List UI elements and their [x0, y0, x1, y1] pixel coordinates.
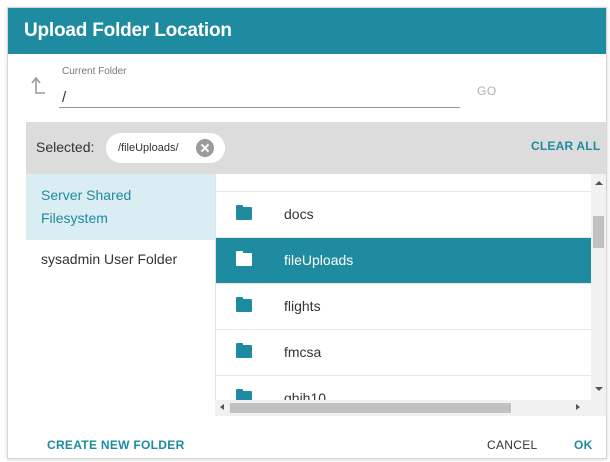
current-folder-label: Current Folder	[62, 66, 127, 77]
selected-folder-chip[interactable]: /fileUploads/	[106, 133, 225, 163]
upload-folder-dialog: Upload Folder Location Current Folder GO…	[7, 7, 607, 459]
folder-name: fmcsa	[284, 344, 322, 360]
folder-row-fmcsa[interactable]: fmcsa	[216, 330, 591, 376]
scroll-up-icon[interactable]	[595, 181, 603, 185]
folder-row-datasets[interactable]: datasets	[216, 174, 591, 192]
folder-name: datasets	[284, 174, 337, 176]
location-sidebar: Server Shared Filesystem sysadmin User F…	[26, 174, 215, 418]
folder-row-fileuploads[interactable]: fileUploads	[216, 238, 591, 284]
chip-close-icon[interactable]	[196, 139, 214, 157]
sidebar-item-sysadmin-user-folder[interactable]: sysadmin User Folder	[26, 248, 215, 282]
folder-row-docs[interactable]: docs	[216, 192, 591, 238]
scroll-down-icon[interactable]	[595, 387, 603, 391]
folder-name: fileUploads	[284, 252, 354, 268]
selected-chip-label: /fileUploads/	[118, 142, 179, 154]
ok-button[interactable]: OK	[574, 438, 593, 452]
sidebar-item-server-shared-filesystem[interactable]: Server Shared Filesystem	[26, 174, 215, 240]
vertical-scroll-thumb[interactable]	[593, 216, 604, 248]
current-folder-input[interactable]	[59, 82, 460, 108]
folder-row-ghih10[interactable]: ghih10	[216, 376, 591, 400]
folder-icon	[236, 205, 252, 220]
go-button[interactable]: GO	[477, 84, 497, 98]
scroll-right-icon[interactable]	[576, 404, 580, 410]
folder-icon	[236, 389, 252, 400]
folder-icon	[236, 343, 252, 358]
folder-name: docs	[284, 206, 314, 222]
folder-list-vertical-scrollbar[interactable]	[591, 174, 606, 400]
folder-name: flights	[284, 298, 321, 314]
selected-bar: Selected: /fileUploads/ CLEAR ALL	[26, 122, 606, 174]
cancel-button[interactable]: CANCEL	[487, 438, 537, 452]
dialog-title: Upload Folder Location	[8, 8, 606, 54]
folder-icon	[236, 251, 252, 266]
folder-row-flights[interactable]: flights	[216, 284, 591, 330]
folder-list: datasets docs fileUploads flights fmcsa …	[215, 174, 591, 400]
scrollbar-corner	[591, 400, 606, 416]
folder-list-horizontal-scrollbar[interactable]	[215, 400, 591, 416]
folder-name: ghih10	[284, 390, 327, 400]
horizontal-scroll-thumb[interactable]	[230, 403, 511, 413]
scroll-left-icon[interactable]	[220, 404, 224, 410]
clear-all-button[interactable]: CLEAR ALL	[531, 139, 600, 153]
up-arrow-icon[interactable]	[30, 75, 48, 97]
folder-icon	[236, 297, 252, 312]
selected-label: Selected:	[36, 139, 95, 155]
create-new-folder-button[interactable]: CREATE NEW FOLDER	[47, 438, 185, 452]
